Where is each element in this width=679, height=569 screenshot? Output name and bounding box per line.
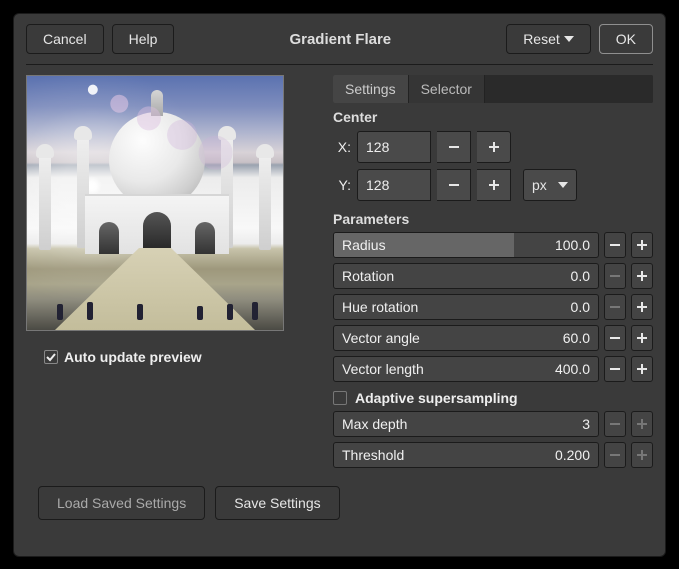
minus-icon <box>448 141 460 153</box>
rotation-decrement[interactable] <box>604 263 626 289</box>
vector-angle-decrement[interactable] <box>604 325 626 351</box>
dialog-title: Gradient Flare <box>174 31 506 48</box>
threshold-label: Threshold <box>334 447 404 463</box>
titlebar: Cancel Help Gradient Flare Reset OK <box>14 14 665 58</box>
threshold-decrement <box>604 442 626 468</box>
reset-button[interactable]: Reset <box>506 24 591 54</box>
center-heading: Center <box>333 109 653 125</box>
vector-length-increment[interactable] <box>631 356 653 382</box>
cancel-button[interactable]: Cancel <box>26 24 104 54</box>
adaptive-supersampling-label: Adaptive supersampling <box>355 390 518 406</box>
vector-length-value: 400.0 <box>555 361 598 377</box>
radius-value: 100.0 <box>555 237 598 253</box>
help-button[interactable]: Help <box>112 24 175 54</box>
radius-slider[interactable]: Radius 100.0 <box>333 232 599 258</box>
minus-icon <box>609 239 621 251</box>
max-depth-value: 3 <box>582 416 598 432</box>
radius-increment[interactable] <box>631 232 653 258</box>
x-increment[interactable] <box>477 131 511 163</box>
vector-length-slider[interactable]: Vector length 400.0 <box>333 356 599 382</box>
y-label: Y: <box>333 177 351 193</box>
load-saved-settings-button[interactable]: Load Saved Settings <box>38 486 205 520</box>
hue-rotation-decrement[interactable] <box>604 294 626 320</box>
radius-label: Radius <box>334 237 386 253</box>
parameters-heading: Parameters <box>333 211 653 227</box>
ok-button[interactable]: OK <box>599 24 653 54</box>
max-depth-decrement <box>604 411 626 437</box>
max-depth-label: Max depth <box>334 416 407 432</box>
rotation-label: Rotation <box>334 268 394 284</box>
hue-rotation-increment[interactable] <box>631 294 653 320</box>
minus-icon <box>609 449 621 461</box>
hue-rotation-label: Hue rotation <box>334 299 418 315</box>
plus-icon <box>636 449 648 461</box>
vector-length-label: Vector length <box>334 361 424 377</box>
minus-icon <box>609 270 621 282</box>
rotation-value: 0.0 <box>571 268 598 284</box>
chevron-down-icon <box>564 36 574 42</box>
plus-icon <box>636 270 648 282</box>
adaptive-supersampling-checkbox[interactable] <box>333 391 347 405</box>
threshold-value: 0.200 <box>555 447 598 463</box>
x-decrement[interactable] <box>437 131 471 163</box>
threshold-increment <box>631 442 653 468</box>
gradient-flare-dialog: Cancel Help Gradient Flare Reset OK <box>13 13 666 557</box>
y-increment[interactable] <box>477 169 511 201</box>
plus-icon <box>636 332 648 344</box>
footer: Load Saved Settings Save Settings <box>14 486 665 534</box>
minus-icon <box>448 179 460 191</box>
plus-icon <box>636 239 648 251</box>
left-pane: Auto update preview <box>26 75 321 468</box>
x-label: X: <box>333 139 351 155</box>
tabs: Settings Selector <box>333 75 653 103</box>
reset-button-label: Reset <box>523 31 560 47</box>
threshold-slider[interactable]: Threshold 0.200 <box>333 442 599 468</box>
auto-update-preview-checkbox[interactable] <box>44 350 58 364</box>
minus-icon <box>609 363 621 375</box>
y-input[interactable]: 128 <box>357 169 431 201</box>
tab-settings[interactable]: Settings <box>333 75 409 103</box>
max-depth-increment <box>631 411 653 437</box>
rotation-slider[interactable]: Rotation 0.0 <box>333 263 599 289</box>
minus-icon <box>609 332 621 344</box>
hue-rotation-slider[interactable]: Hue rotation 0.0 <box>333 294 599 320</box>
vector-angle-value: 60.0 <box>563 330 598 346</box>
chevron-down-icon <box>558 182 568 188</box>
plus-icon <box>488 179 500 191</box>
unit-select[interactable]: px <box>523 169 577 201</box>
auto-update-preview-label: Auto update preview <box>64 349 202 365</box>
hue-rotation-value: 0.0 <box>571 299 598 315</box>
vector-angle-label: Vector angle <box>334 330 420 346</box>
check-icon <box>46 352 56 362</box>
right-pane: Settings Selector Center X: 128 Y: 128 p… <box>333 75 653 468</box>
minus-icon <box>609 418 621 430</box>
unit-label: px <box>532 177 547 193</box>
plus-icon <box>636 418 648 430</box>
preview-image <box>26 75 284 331</box>
vector-length-decrement[interactable] <box>604 356 626 382</box>
plus-icon <box>636 301 648 313</box>
tab-selector[interactable]: Selector <box>409 75 485 103</box>
y-decrement[interactable] <box>437 169 471 201</box>
rotation-increment[interactable] <box>631 263 653 289</box>
x-input[interactable]: 128 <box>357 131 431 163</box>
plus-icon <box>488 141 500 153</box>
plus-icon <box>636 363 648 375</box>
max-depth-slider[interactable]: Max depth 3 <box>333 411 599 437</box>
vector-angle-increment[interactable] <box>631 325 653 351</box>
vector-angle-slider[interactable]: Vector angle 60.0 <box>333 325 599 351</box>
minus-icon <box>609 301 621 313</box>
radius-decrement[interactable] <box>604 232 626 258</box>
save-settings-button[interactable]: Save Settings <box>215 486 339 520</box>
